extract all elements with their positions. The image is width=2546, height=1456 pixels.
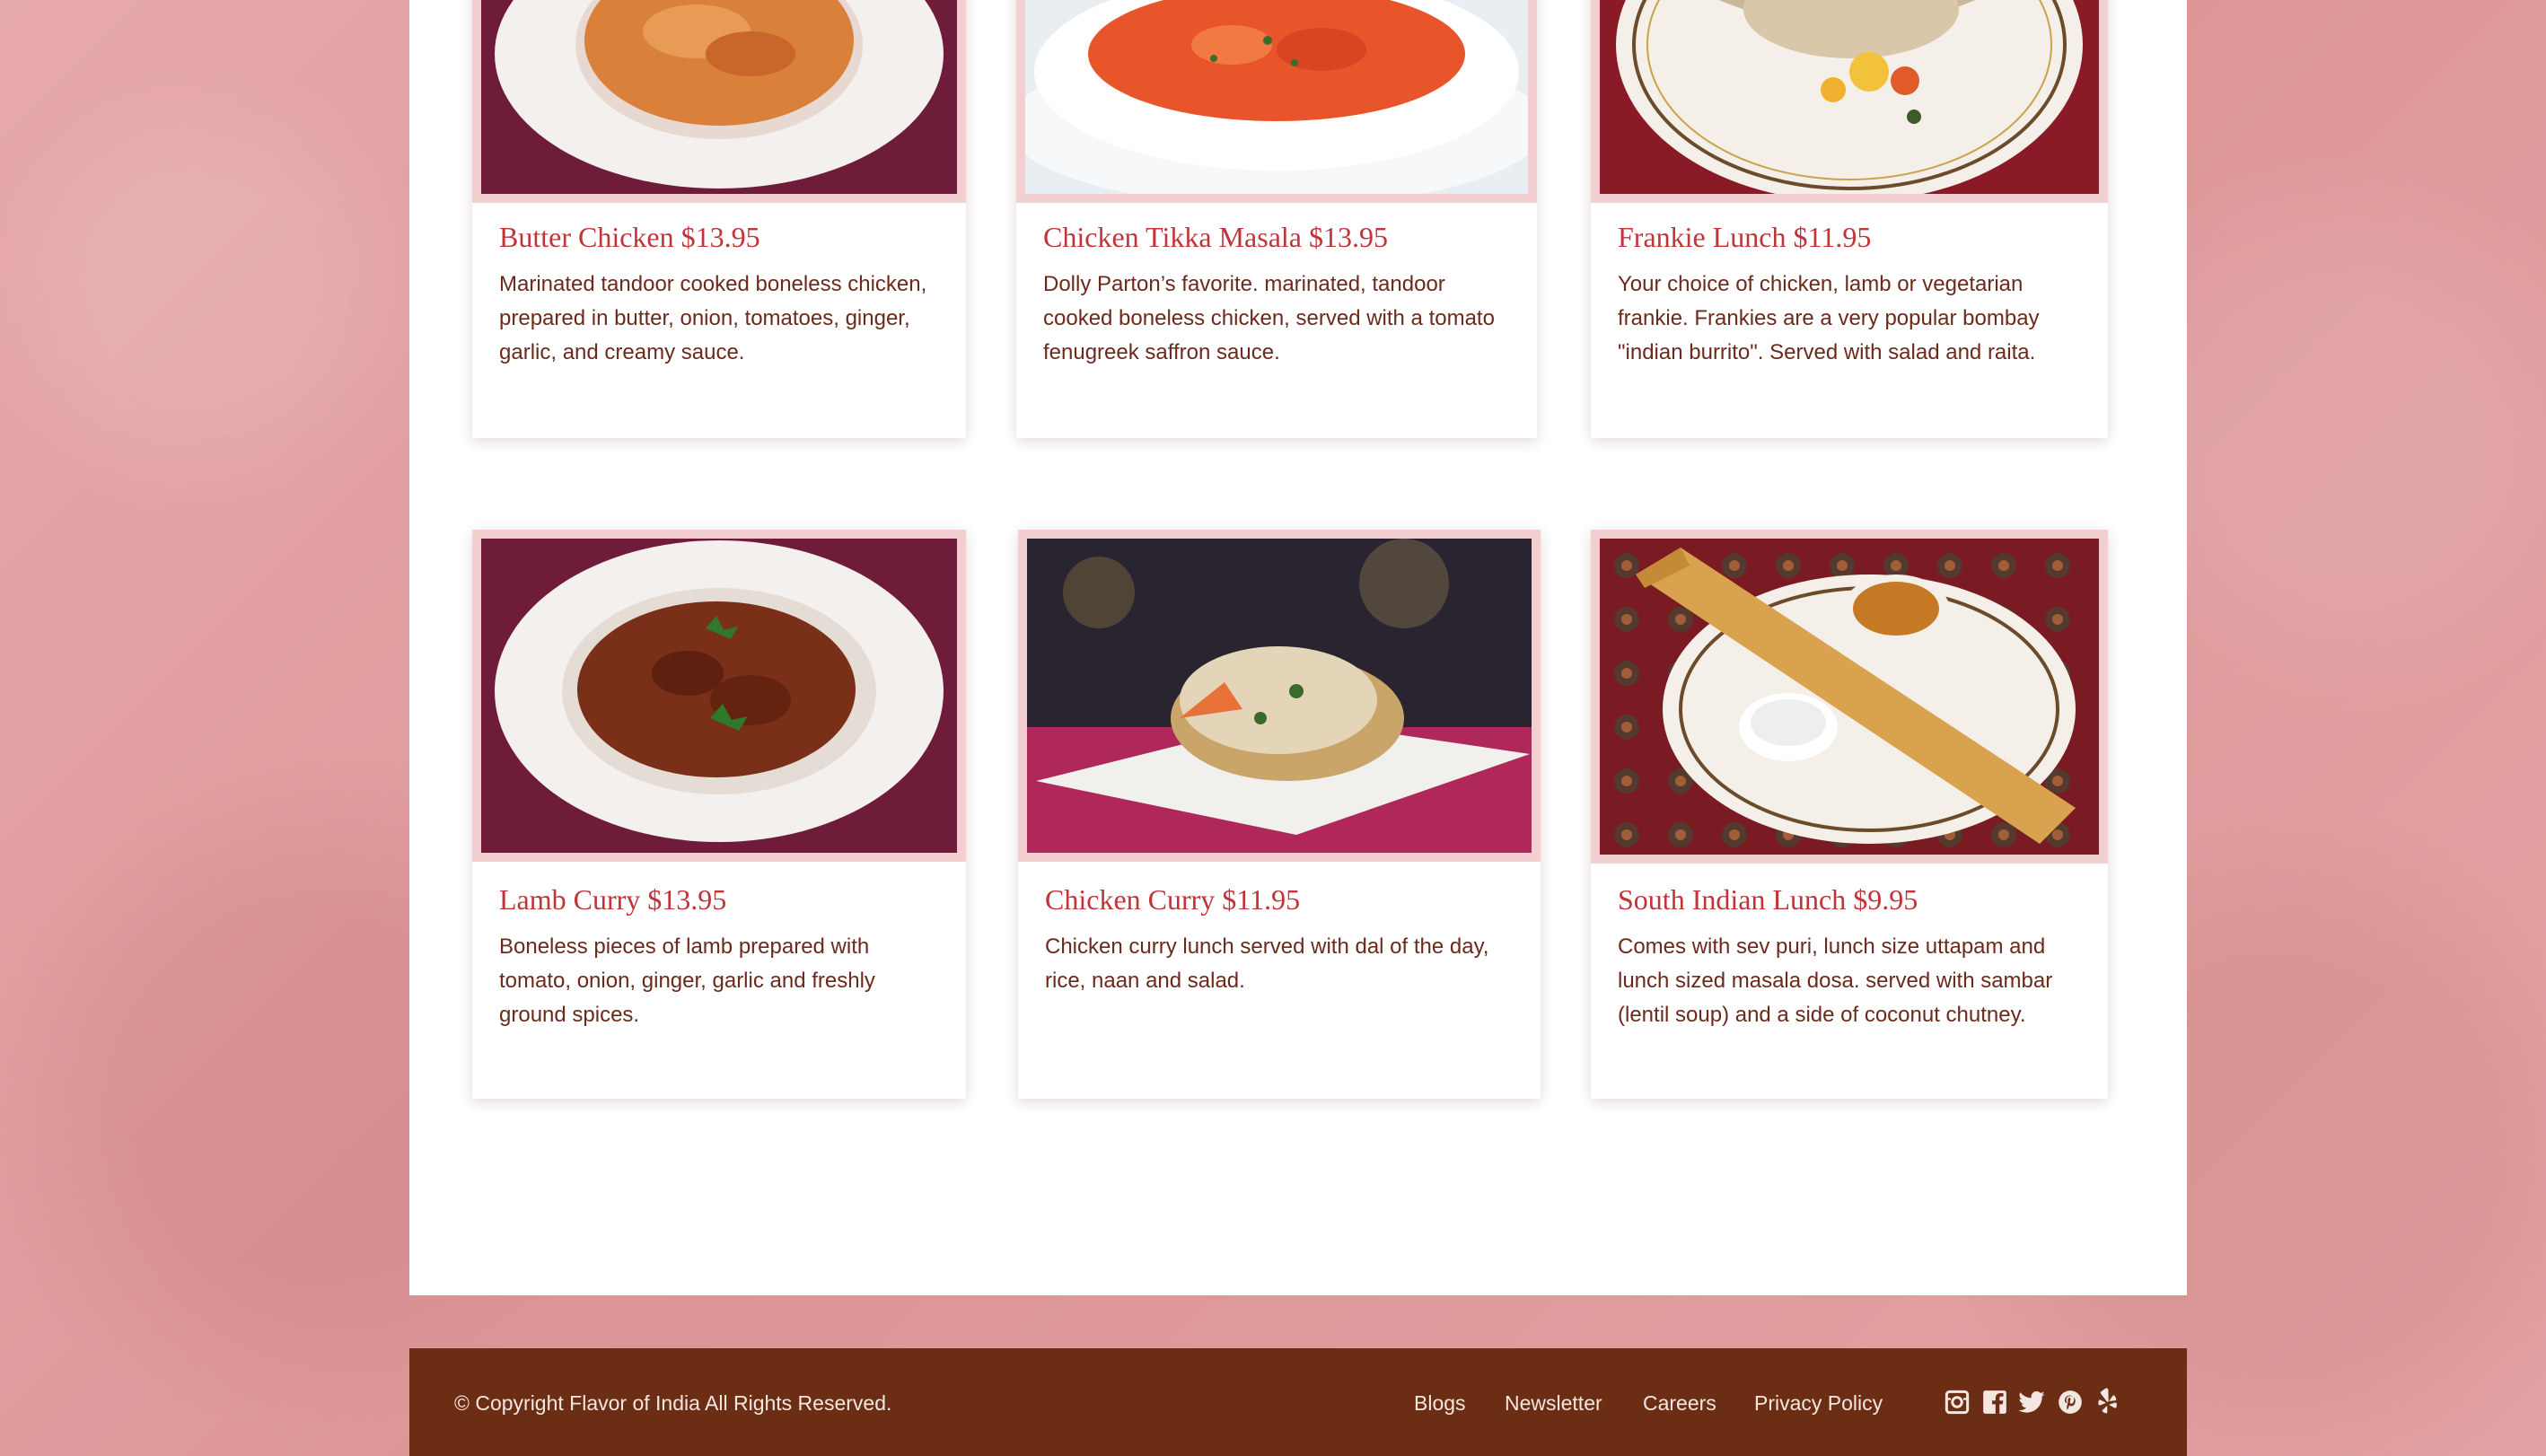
item-description: Marinated tandoor cooked boneless chicke…	[499, 272, 927, 364]
menu-panel: Butter Chicken $13.95 Marinated tandoor …	[409, 0, 2187, 1295]
site-footer: © Copyright Flavor of India All Rights R…	[409, 1348, 2187, 1456]
footer-link-privacy-policy[interactable]: Privacy Policy	[1754, 1391, 1883, 1416]
facebook-icon[interactable]	[1982, 1390, 2007, 1415]
instagram-icon[interactable]	[1945, 1390, 1970, 1415]
menu-item-chicken-tikka-masala[interactable]: Chicken Tikka Masala $13.95 Dolly Parton…	[1016, 0, 1537, 438]
menu-item-chicken-curry[interactable]: Chicken Curry $11.95 Chicken curry lunch…	[1018, 530, 1541, 1099]
menu-item-lamb-curry[interactable]: Lamb Curry $13.95 Boneless pieces of lam…	[472, 530, 966, 1099]
lamb-curry-photo	[472, 530, 966, 862]
item-title: Frankie Lunch $11.95	[1618, 221, 1872, 253]
butter-chicken-photo	[472, 0, 966, 203]
item-title: Chicken Tikka Masala $13.95	[1043, 221, 1388, 253]
footer-link-careers[interactable]: Careers	[1643, 1391, 1716, 1416]
frankie-lunch-photo	[1591, 0, 2108, 203]
item-title: Lamb Curry $13.95	[499, 883, 727, 916]
menu-item-south-indian-lunch[interactable]: South Indian Lunch $9.95 Comes with sev …	[1591, 530, 2108, 1099]
yelp-icon[interactable]	[2094, 1386, 2122, 1418]
pinterest-icon[interactable]	[2058, 1390, 2083, 1415]
twitter-icon[interactable]	[2016, 1388, 2047, 1417]
chicken-curry-photo	[1018, 530, 1541, 862]
item-title: Butter Chicken $13.95	[499, 221, 760, 253]
item-title: South Indian Lunch $9.95	[1618, 883, 1918, 916]
menu-item-frankie-lunch[interactable]: Frankie Lunch $11.95 Your choice of chic…	[1591, 0, 2108, 438]
footer-link-blogs[interactable]: Blogs	[1414, 1391, 1466, 1416]
footer-link-newsletter[interactable]: Newsletter	[1505, 1391, 1602, 1416]
item-title: Chicken Curry $11.95	[1045, 883, 1301, 916]
menu-item-butter-chicken[interactable]: Butter Chicken $13.95 Marinated tandoor …	[472, 0, 966, 438]
south-indian-lunch-photo	[1591, 530, 2108, 864]
item-description: Your choice of chicken, lamb or vegetari…	[1618, 272, 2040, 364]
item-description: Comes with sev puri, lunch size uttapam …	[1618, 934, 2053, 1027]
item-description: Dolly Parton’s favorite. marinated, tand…	[1043, 272, 1495, 364]
chicken-tikka-masala-photo	[1016, 0, 1537, 203]
item-description: Boneless pieces of lamb prepared with to…	[499, 934, 875, 1027]
item-description: Chicken curry lunch served with dal of t…	[1045, 934, 1489, 993]
copyright-text: © Copyright Flavor of India All Rights R…	[454, 1391, 892, 1415]
